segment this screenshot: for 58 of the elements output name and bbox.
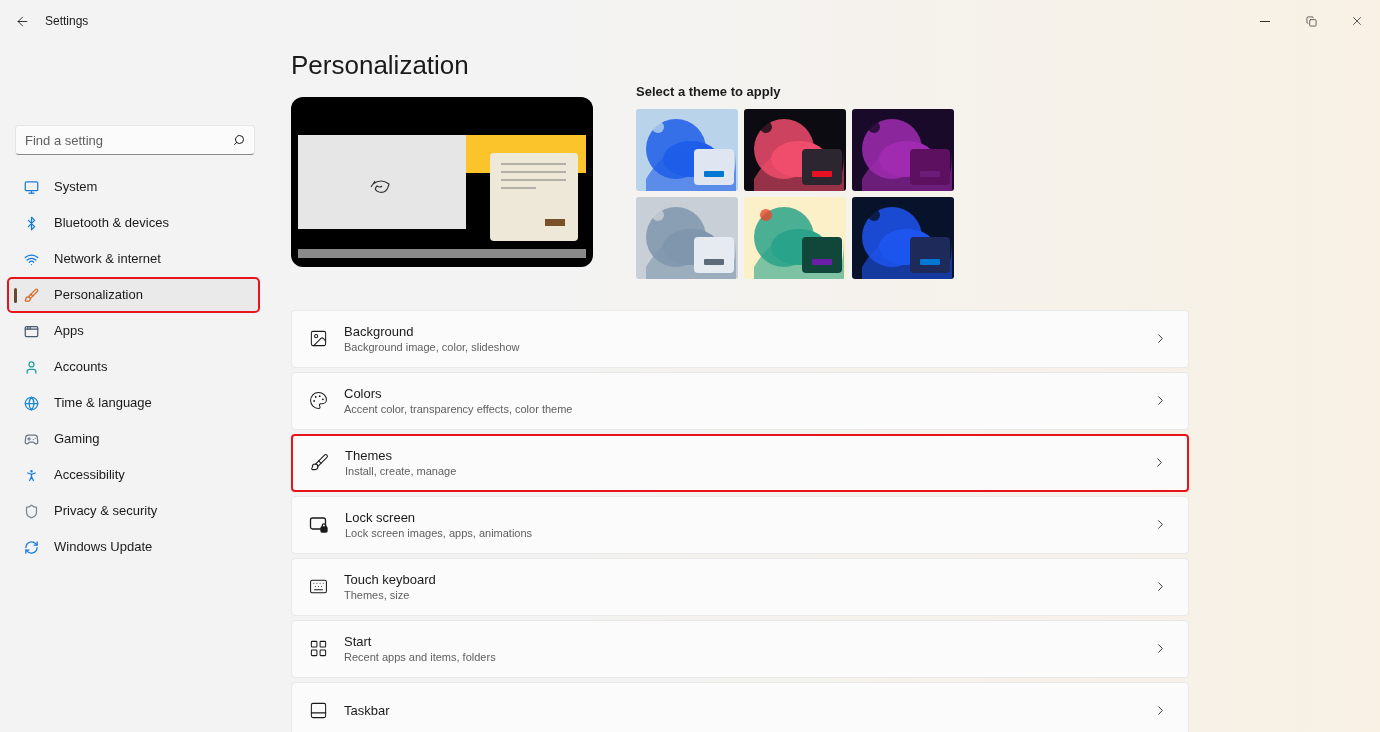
brush-icon bbox=[24, 287, 39, 303]
sidebar-item[interactable]: Bluetooth & devices bbox=[9, 207, 258, 239]
themes-heading: Select a theme to apply bbox=[636, 83, 782, 101]
grid-icon bbox=[309, 639, 328, 658]
brush-icon bbox=[310, 453, 329, 472]
settings-card[interactable]: Taskbar bbox=[291, 681, 1189, 732]
settings-card[interactable]: Colors Accent color, transparency effects, color theme bbox=[291, 371, 1189, 430]
wifi-icon bbox=[24, 251, 39, 267]
back-icon bbox=[14, 13, 30, 29]
image-icon bbox=[309, 329, 328, 348]
page-title: Personalization bbox=[291, 49, 470, 82]
minimize-icon bbox=[1260, 20, 1270, 22]
search-icon bbox=[233, 134, 245, 146]
sidebar-item[interactable]: Accounts bbox=[9, 351, 258, 383]
sidebar-item[interactable]: Privacy & security bbox=[9, 495, 258, 527]
keyboard-icon bbox=[309, 577, 328, 596]
settings-card[interactable]: Themes Install, create, manage bbox=[291, 433, 1189, 492]
shield-icon bbox=[24, 503, 39, 519]
card-title: Taskbar bbox=[344, 702, 390, 719]
accessibility-icon bbox=[24, 467, 39, 483]
sidebar-item[interactable]: Apps bbox=[9, 315, 258, 347]
selection-indicator bbox=[14, 288, 17, 303]
search-field[interactable]: Find a setting bbox=[15, 125, 255, 155]
settings-card[interactable]: Start Recent apps and items, folders bbox=[291, 619, 1189, 678]
card-title: Touch keyboard bbox=[344, 571, 436, 588]
sidebar-item[interactable]: System bbox=[9, 171, 258, 203]
card-title: Background bbox=[344, 323, 415, 340]
sidebar-item[interactable]: Accessibility bbox=[9, 459, 258, 491]
card-subtitle: Recent apps and items, folders bbox=[344, 649, 496, 664]
apps-icon bbox=[24, 323, 39, 339]
person-icon bbox=[24, 359, 39, 375]
settings-card[interactable]: Touch keyboard Themes, size bbox=[291, 557, 1189, 616]
monitor-icon bbox=[24, 179, 39, 195]
update-icon bbox=[24, 539, 39, 555]
card-title: Themes bbox=[345, 447, 393, 464]
sidebar-item[interactable]: Windows Update bbox=[9, 531, 258, 563]
taskbar-icon bbox=[309, 701, 328, 720]
sidebar-item[interactable]: Network & internet bbox=[9, 243, 258, 275]
settings-card[interactable]: Lock screen Lock screen images, apps, animations bbox=[291, 495, 1189, 554]
card-subtitle: Install, create, manage bbox=[345, 463, 457, 478]
gamepad-icon bbox=[24, 431, 39, 447]
window-title: Settings bbox=[45, 13, 89, 30]
card-subtitle: Lock screen images, apps, animations bbox=[345, 525, 533, 540]
sidebar-item[interactable]: Personalization bbox=[9, 279, 258, 311]
sidebar-item[interactable]: Gaming bbox=[9, 423, 258, 455]
lock-screen-icon bbox=[309, 514, 329, 535]
card-title: Lock screen bbox=[345, 509, 417, 526]
card-subtitle: Themes, size bbox=[344, 587, 411, 602]
restore-icon bbox=[1305, 15, 1317, 27]
card-title: Start bbox=[344, 633, 373, 650]
close-icon bbox=[1350, 14, 1364, 28]
globe-icon bbox=[24, 395, 39, 411]
card-title: Colors bbox=[344, 385, 383, 402]
card-subtitle: Accent color, transparency effects, color theme bbox=[344, 401, 573, 416]
sidebar-item[interactable]: Time & language bbox=[9, 387, 258, 419]
settings-card[interactable]: Background Background image, color, slideshow bbox=[291, 309, 1189, 368]
palette-icon bbox=[309, 391, 328, 410]
card-subtitle: Background image, color, slideshow bbox=[344, 339, 520, 354]
